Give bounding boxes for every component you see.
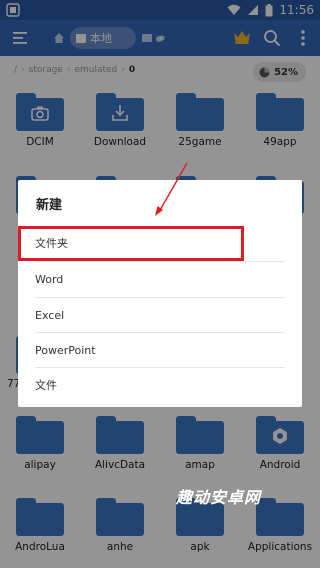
option-powerpoint[interactable]: PowerPoint <box>35 333 285 368</box>
option-excel[interactable]: Excel <box>35 298 285 333</box>
option-label: 文件 <box>35 379 57 392</box>
option-label: Excel <box>35 309 65 322</box>
highlight-box <box>18 226 244 261</box>
option-file[interactable]: 文件 <box>35 368 285 403</box>
option-word[interactable]: Word <box>35 262 285 297</box>
watermark-text: 趣动安卓网 <box>176 488 262 507</box>
option-label: Word <box>35 273 64 286</box>
option-label: PowerPoint <box>35 344 96 357</box>
annotation-arrow-icon <box>155 162 188 216</box>
dialog-title: 新建 <box>36 198 63 213</box>
